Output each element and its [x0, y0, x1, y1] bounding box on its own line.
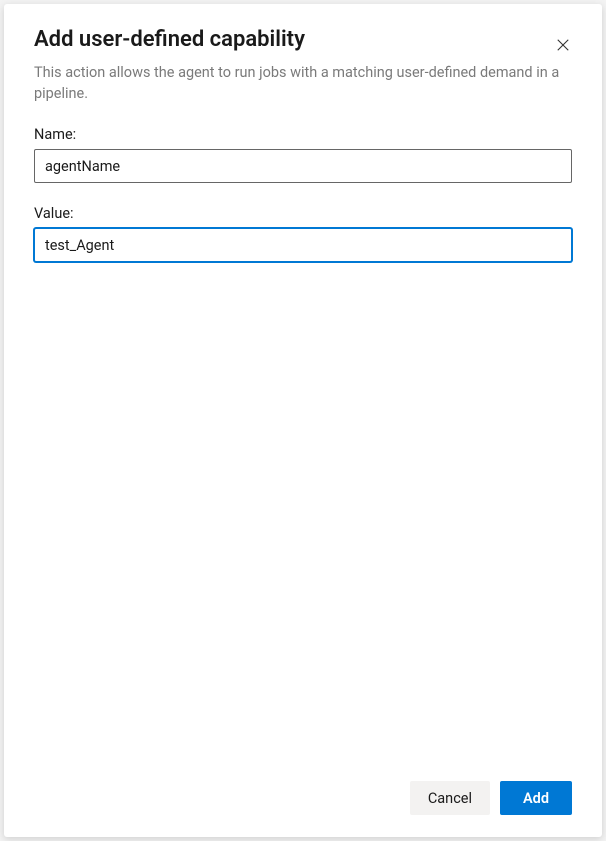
name-field-group: Name: [34, 126, 572, 183]
close-icon [556, 38, 570, 52]
name-label: Name: [34, 126, 572, 143]
value-input[interactable] [34, 228, 572, 262]
dialog-title: Add user-defined capability [34, 26, 305, 55]
value-label: Value: [34, 205, 572, 222]
name-input[interactable] [34, 149, 572, 183]
close-button[interactable] [550, 32, 576, 58]
value-field-group: Value: [34, 205, 572, 262]
add-capability-dialog: Add user-defined capability This action … [4, 4, 602, 837]
dialog-description: This action allows the agent to run jobs… [34, 62, 572, 104]
dialog-footer: Cancel Add [34, 781, 572, 815]
cancel-button[interactable]: Cancel [410, 781, 490, 815]
form-section: Name: Value: [34, 126, 572, 284]
add-button[interactable]: Add [500, 781, 572, 815]
dialog-header: Add user-defined capability [34, 26, 572, 58]
